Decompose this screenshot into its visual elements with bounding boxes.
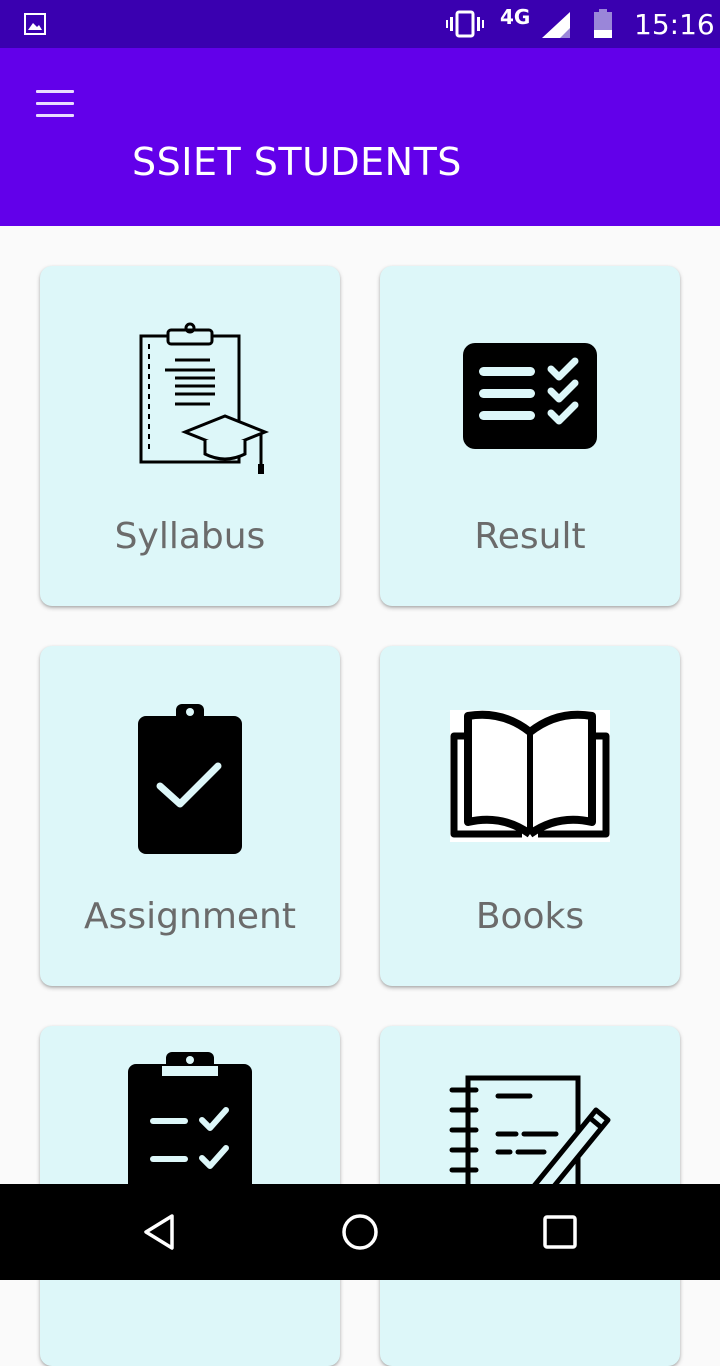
syllabus-clipboard-icon	[139, 322, 270, 474]
hamburger-icon-line	[36, 102, 74, 105]
checklist-clipboard-icon	[128, 1052, 252, 1192]
card-label: Result	[474, 516, 586, 557]
result-card[interactable]: Result	[380, 266, 680, 606]
back-icon[interactable]	[140, 1212, 180, 1252]
app-bar: SSIET STUDENTS	[0, 48, 720, 226]
assignment-clipboard-check-icon	[138, 704, 242, 854]
page-title: SSIET STUDENTS	[132, 140, 462, 184]
open-book-icon	[450, 710, 610, 842]
status-bar: 4G 15:16	[0, 0, 720, 48]
books-card[interactable]: Books	[380, 646, 680, 986]
battery-icon	[594, 9, 612, 38]
notebook-pencil-icon	[449, 1075, 611, 1194]
result-checklist-icon	[463, 343, 597, 449]
assignment-card[interactable]: Assignment	[40, 646, 340, 986]
card-label: Books	[475, 896, 585, 937]
navigation-bar	[0, 1184, 720, 1280]
clock: 15:16	[634, 8, 715, 41]
menu-button[interactable]	[30, 84, 82, 124]
card-label: Assignment	[84, 896, 296, 937]
hamburger-icon-line	[36, 90, 74, 93]
home-icon[interactable]	[340, 1212, 380, 1252]
recents-icon[interactable]	[540, 1212, 580, 1252]
syllabus-card[interactable]: Syllabus	[40, 266, 340, 606]
hamburger-icon-line	[36, 114, 74, 117]
network-type: 4G	[500, 5, 531, 29]
vibrate-icon	[446, 10, 484, 38]
image-notification-icon	[24, 13, 46, 35]
signal-icon	[542, 12, 570, 38]
card-label: Syllabus	[114, 516, 266, 557]
